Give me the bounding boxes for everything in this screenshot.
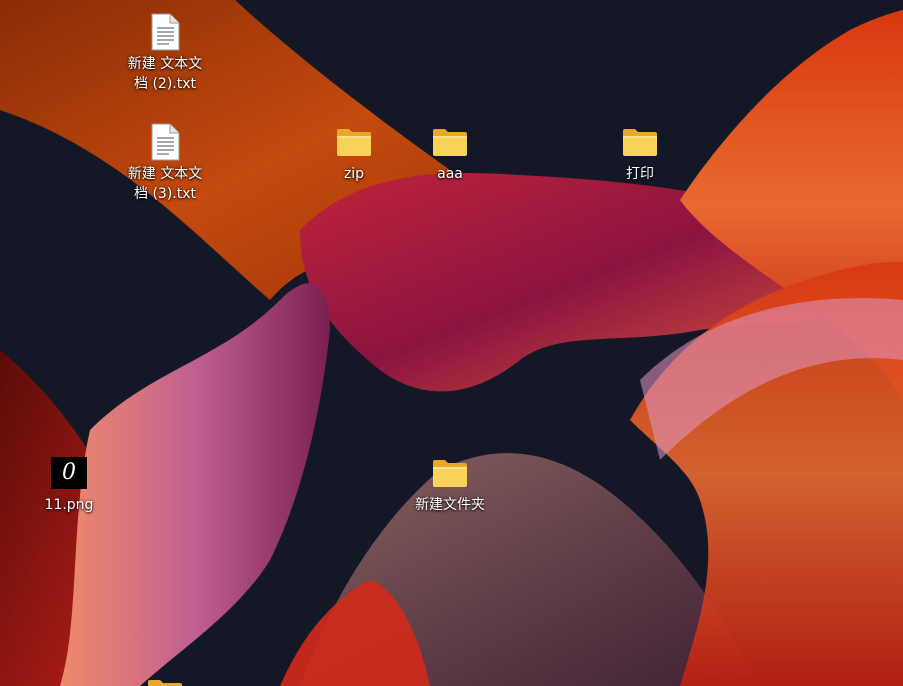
- icon-label: 11.png: [44, 497, 94, 513]
- folder-icon: [430, 453, 470, 493]
- image-thumbnail-icon: 0: [49, 453, 89, 493]
- desktop-icon-folder-new[interactable]: 新建文件夹: [402, 453, 498, 515]
- desktop-icon-folder-aaa[interactable]: aaa: [402, 122, 498, 184]
- desktop-icon-text-file-3[interactable]: 新建 文本文 档 (3).txt: [117, 122, 213, 204]
- folder-icon: [430, 122, 470, 162]
- icon-label: 新建 文本文 档 (3).txt: [127, 166, 203, 202]
- folder-icon: [145, 673, 185, 686]
- icon-label: 打印: [626, 166, 654, 182]
- icon-label: 新建文件夹: [415, 497, 485, 513]
- icon-label: 新建 文本文 档 (2).txt: [127, 56, 203, 92]
- text-file-icon: [145, 12, 185, 52]
- folder-icon: [334, 122, 374, 162]
- desktop-icon-folder-partial[interactable]: [117, 673, 213, 686]
- icon-label: aaa: [437, 166, 463, 182]
- desktop-icon-folder-print[interactable]: 打印: [592, 122, 688, 184]
- desktop-icon-image-11png[interactable]: 0 11.png: [21, 453, 117, 515]
- desktop-icon-text-file-2[interactable]: 新建 文本文 档 (2).txt: [117, 12, 213, 94]
- desktop-icon-folder-zip[interactable]: zip: [306, 122, 402, 184]
- image-thumbnail: 0: [51, 457, 87, 489]
- text-file-icon: [145, 122, 185, 162]
- folder-icon: [620, 122, 660, 162]
- icon-label: zip: [343, 166, 365, 182]
- wallpaper: [0, 0, 903, 686]
- desktop[interactable]: 新建 文本文 档 (2).txt 新建 文本文 档 (3).txt zip aa…: [0, 0, 903, 686]
